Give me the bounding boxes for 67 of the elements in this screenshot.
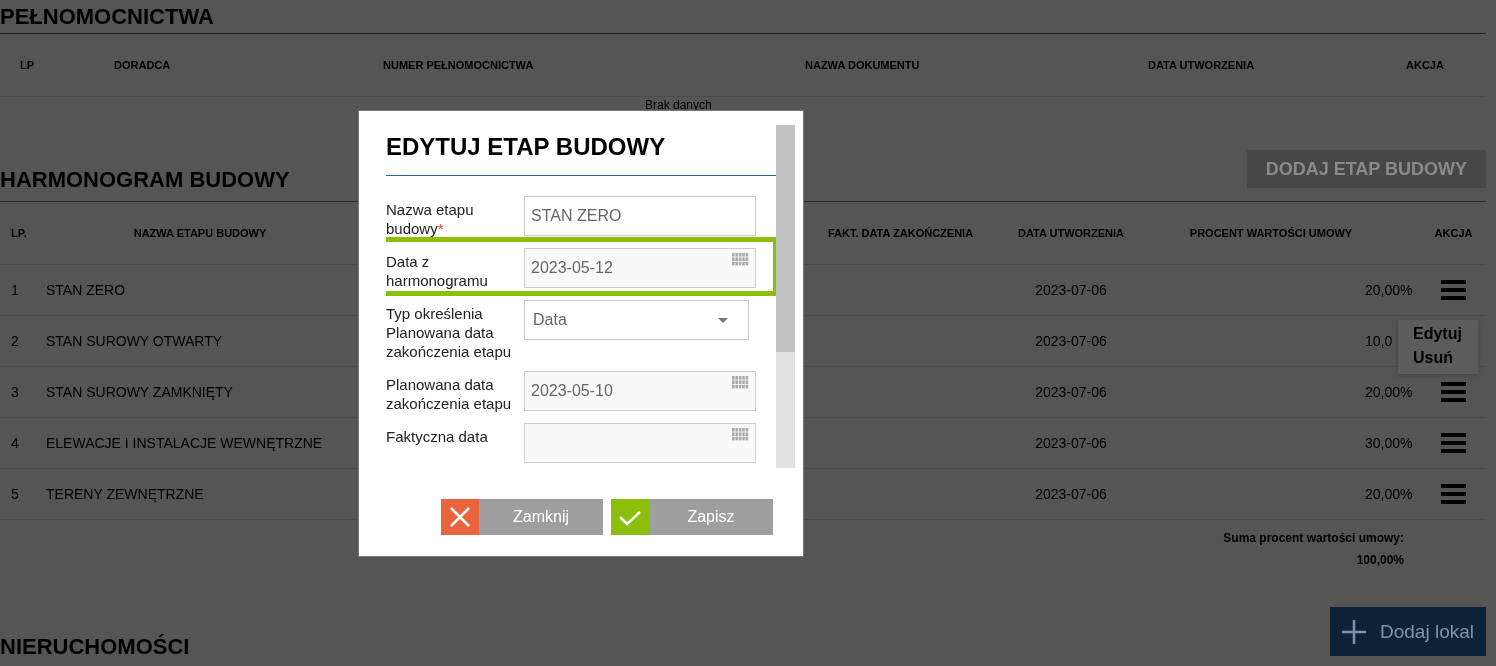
date-field[interactable] bbox=[524, 423, 756, 463]
table-cell-text: 20,00% bbox=[1365, 282, 1414, 298]
table-cell-text: TERENY ZEWNĘTRZNE bbox=[45, 486, 205, 502]
menu-icon[interactable] bbox=[1441, 280, 1466, 300]
column-header: NAZWA ETAPU BUDOWY bbox=[132, 227, 268, 239]
table-cell-text: 20,00% bbox=[1365, 384, 1414, 400]
column-header: AKCJA bbox=[1433, 227, 1474, 239]
field-label: Planowana data zakończenia etapu bbox=[386, 375, 513, 413]
field-label: Faktyczna data bbox=[386, 427, 489, 446]
text-field[interactable]: STAN ZERO bbox=[524, 196, 756, 236]
section-title: PEŁNOMOCNICTWA bbox=[0, 3, 215, 31]
table-cell-text: 2023-07-06 bbox=[1034, 486, 1108, 502]
table-cell-text: 3 bbox=[10, 384, 20, 400]
caret-icon bbox=[718, 317, 728, 323]
empty-message: Brak danych bbox=[645, 99, 712, 111]
scrollbar[interactable] bbox=[776, 125, 795, 468]
date-field[interactable]: 2023-05-10 bbox=[524, 371, 756, 411]
close-button[interactable]: Zamknij bbox=[441, 499, 603, 535]
table-cell-text: 20,00% bbox=[1365, 486, 1414, 502]
table-cell-text: 2023-07-06 bbox=[1034, 435, 1108, 451]
menu-icon[interactable] bbox=[1441, 382, 1466, 402]
column-header: NUMER PEŁNOMOCNICTWA bbox=[383, 59, 535, 71]
dialog-title: EDYTUJ ETAP BUDOWY bbox=[386, 133, 666, 161]
table-cell-text: STAN SUROWY OTWARTY bbox=[45, 333, 224, 349]
save-button[interactable]: Zapisz bbox=[611, 499, 773, 535]
sum-label: Suma procent wartości umowy: bbox=[1223, 531, 1404, 545]
table-cell-text: 2 bbox=[10, 333, 20, 349]
menu-icon[interactable] bbox=[1441, 484, 1466, 504]
menu-item[interactable]: Edytuj bbox=[1398, 322, 1478, 346]
column-header: LP bbox=[19, 59, 36, 71]
section-title: NIERUCHOMOŚCI bbox=[0, 636, 190, 658]
column-header: DATA UTWORZENIA bbox=[1016, 227, 1126, 239]
section-title: HARMONOGRAM BUDOWY bbox=[0, 169, 290, 191]
column-header: FAKT. DATA ZAKOŃCZENIA bbox=[826, 227, 975, 239]
column-header: NAZWA DOKUMENTU bbox=[805, 59, 921, 71]
table-cell-text: 4 bbox=[10, 435, 20, 451]
table-cell-text: STAN ZERO bbox=[45, 282, 127, 298]
calendar-icon[interactable] bbox=[732, 253, 749, 266]
add-unit-button[interactable]: Dodaj lokal bbox=[1330, 607, 1486, 656]
close-icon bbox=[441, 499, 479, 535]
sum-value: 100,00% bbox=[1356, 553, 1404, 567]
calendar-icon[interactable] bbox=[732, 428, 749, 441]
table-cell-text: 5 bbox=[10, 486, 20, 502]
add-stage-button[interactable]: DODAJ ETAP BUDOWY bbox=[1246, 150, 1486, 188]
column-header: AKCJA bbox=[1406, 59, 1445, 71]
calendar-icon[interactable] bbox=[732, 376, 749, 389]
select-field[interactable]: Data bbox=[524, 300, 749, 340]
table-cell-text: 2023-07-06 bbox=[1034, 384, 1108, 400]
check-icon bbox=[611, 499, 649, 535]
table-cell-text: STAN SUROWY ZAMKNIĘTY bbox=[45, 384, 234, 400]
field-label: Nazwa etapu budowy* bbox=[386, 200, 475, 238]
date-field[interactable]: 2023-05-12 bbox=[524, 248, 756, 288]
table-cell-text: 1 bbox=[10, 282, 20, 298]
table-cell-text: 10,0 bbox=[1365, 333, 1394, 349]
column-header: DATA UTWORZENIA bbox=[1148, 59, 1256, 71]
table-cell-text: 30,00% bbox=[1365, 435, 1414, 451]
menu-item[interactable]: Usuń bbox=[1398, 346, 1478, 370]
column-header: LP. bbox=[10, 227, 28, 239]
field-label: Typ określenia Planowana data zakończenia etapu bbox=[386, 304, 513, 361]
plus-icon bbox=[1342, 619, 1366, 644]
table-cell-text: 2023-07-06 bbox=[1034, 282, 1108, 298]
table-cell-text: ELEWACJE I INSTALACJE WEWNĘTRZNE bbox=[45, 435, 324, 451]
table-cell-text: 2023-07-06 bbox=[1034, 333, 1108, 349]
field-label: Data z harmonogramu bbox=[386, 252, 489, 290]
column-header: DORADCA bbox=[114, 59, 172, 71]
menu-icon[interactable] bbox=[1441, 433, 1466, 453]
column-header: PROCENT WARTOŚCI UMOWY bbox=[1188, 227, 1354, 239]
